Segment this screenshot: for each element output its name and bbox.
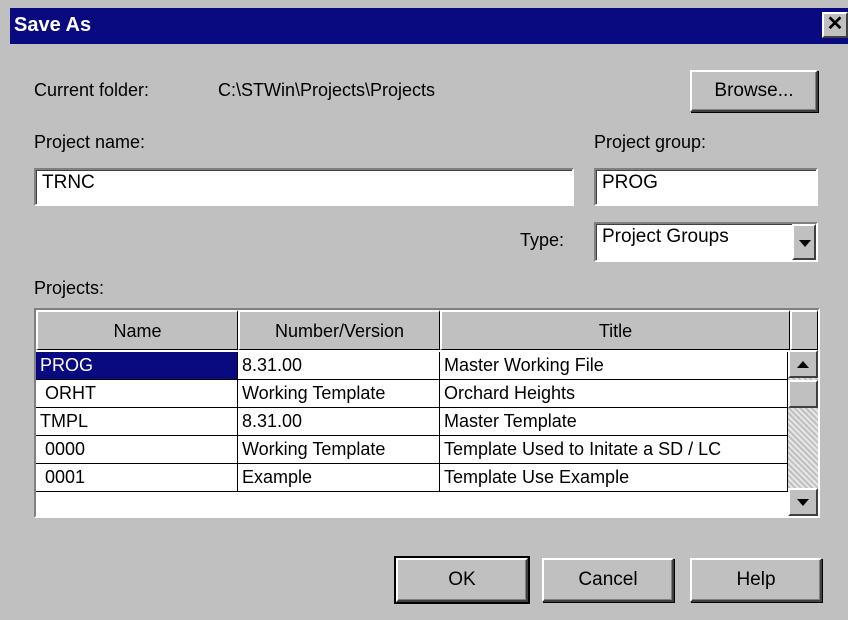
cell-title: Orchard Heights	[440, 380, 788, 408]
cell-version: Working Template	[238, 436, 440, 464]
cell-name: ORHT	[36, 380, 238, 408]
cell-name: 0000	[36, 436, 238, 464]
project-group-input[interactable]: PROG	[594, 168, 818, 206]
column-header-number-version[interactable]: Number/Version	[238, 310, 440, 350]
arrow-up-icon	[797, 361, 809, 368]
table-row[interactable]: ORHT Working Template Orchard Heights	[36, 380, 788, 408]
scroll-thumb[interactable]	[788, 380, 818, 408]
close-button[interactable]: ✕	[822, 12, 848, 38]
save-as-dialog: Save As ✕ Current folder: C:\STWin\Proje…	[0, 0, 848, 620]
ok-button[interactable]: OK	[394, 556, 530, 604]
cell-title: Template Use Example	[440, 464, 788, 492]
column-header-title[interactable]: Title	[440, 310, 790, 350]
type-select[interactable]: Project Groups	[594, 222, 818, 262]
table-row[interactable]: 0000 Working Template Template Used to I…	[36, 436, 788, 464]
column-header-spacer	[790, 310, 818, 350]
current-folder-path: C:\STWin\Projects\Projects	[218, 80, 436, 100]
cell-name: 0001	[36, 464, 238, 492]
title-bar[interactable]: Save As ✕	[10, 8, 848, 44]
project-group-label: Project group:	[594, 132, 707, 152]
close-icon: ✕	[826, 13, 844, 35]
scroll-up-button[interactable]	[788, 350, 818, 378]
help-button[interactable]: Help	[690, 558, 822, 602]
table-row[interactable]: PROG 8.31.00 Master Working File	[36, 352, 788, 380]
cell-version: 8.31.00	[238, 352, 440, 380]
table-row[interactable]: TMPL 8.31.00 Master Template	[36, 408, 788, 436]
cell-title: Master Working File	[440, 352, 788, 380]
vertical-scrollbar[interactable]	[788, 350, 818, 516]
cell-title: Master Template	[440, 408, 788, 436]
cell-title: Template Used to Initate a SD / LC	[440, 436, 788, 464]
cell-name: TMPL	[36, 408, 238, 436]
scroll-down-button[interactable]	[788, 488, 818, 516]
cell-name: PROG	[36, 352, 238, 380]
chevron-down-icon	[799, 240, 811, 247]
type-selected-value: Project Groups	[602, 226, 729, 247]
window-title: Save As	[14, 14, 92, 36]
browse-button[interactable]: Browse...	[690, 70, 818, 112]
projects-list[interactable]: Name Number/Version Title PROG 8.31.00 M…	[34, 308, 820, 518]
project-name-input[interactable]: TRNC	[34, 168, 574, 206]
column-header-name[interactable]: Name	[36, 310, 238, 350]
arrow-down-icon	[797, 499, 809, 506]
current-folder-label: Current folder:	[34, 80, 150, 100]
cancel-button[interactable]: Cancel	[542, 558, 674, 602]
projects-label: Projects:	[34, 278, 105, 298]
type-label: Type:	[520, 230, 565, 250]
cell-version: 8.31.00	[238, 408, 440, 436]
cell-version: Working Template	[238, 380, 440, 408]
project-name-label: Project name:	[34, 132, 146, 152]
table-row[interactable]: 0001 Example Template Use Example	[36, 464, 788, 492]
cell-version: Example	[238, 464, 440, 492]
type-dropdown-button[interactable]	[792, 224, 816, 260]
